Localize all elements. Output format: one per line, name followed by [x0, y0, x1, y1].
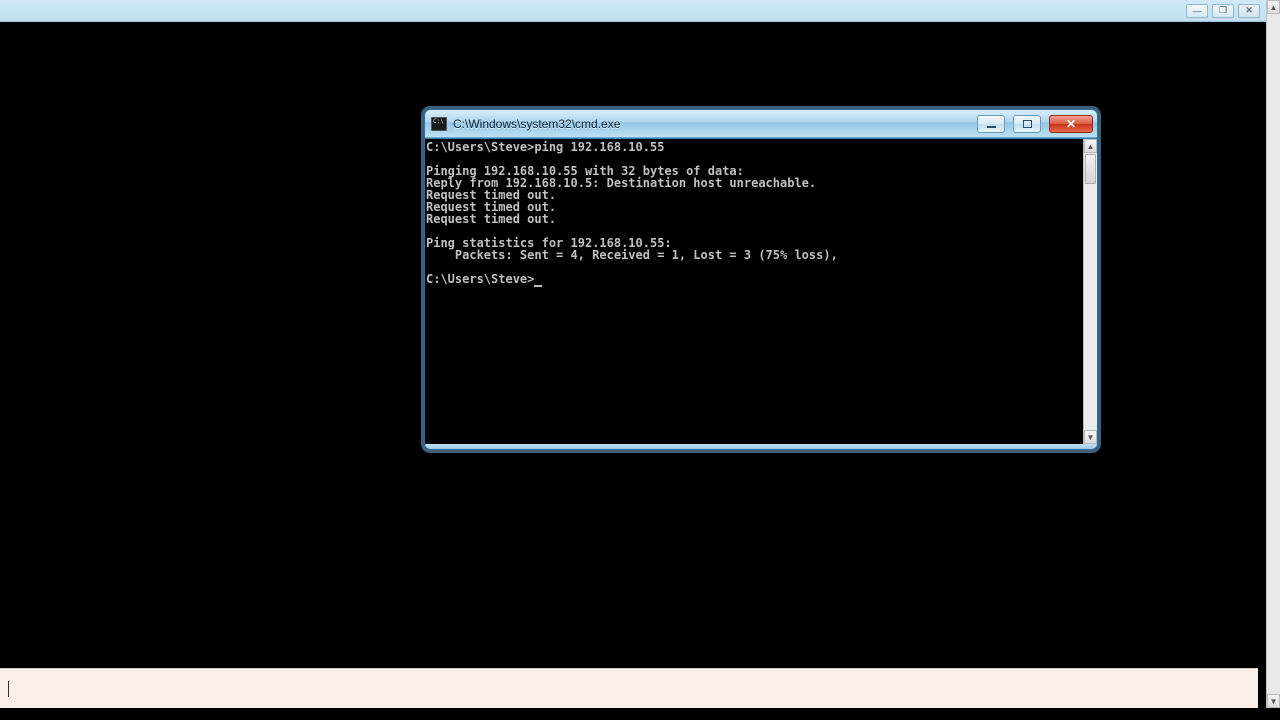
- cursor-icon: [534, 285, 542, 287]
- scroll-up-icon[interactable]: ▲: [1267, 0, 1280, 14]
- console-line: Request timed out.: [426, 212, 556, 226]
- cmd-minimize-button[interactable]: [977, 115, 1005, 133]
- cmd-maximize-button[interactable]: [1013, 115, 1041, 133]
- cmd-window-title: C:\Windows\system32\cmd.exe: [453, 117, 969, 131]
- cmd-titlebar[interactable]: C:\Windows\system32\cmd.exe ✕: [425, 110, 1097, 138]
- cmd-console[interactable]: C:\Users\Steve>ping 192.168.10.55 Pingin…: [425, 139, 1083, 444]
- text-caret-icon: [8, 681, 9, 697]
- scrollbar-track[interactable]: [1084, 153, 1097, 430]
- cmd-close-button[interactable]: ✕: [1049, 115, 1093, 133]
- cmd-app-icon: [431, 117, 447, 131]
- viewer-status-bar: [0, 668, 1258, 708]
- cmd-window-border-bottom: [425, 444, 1097, 449]
- remote-desktop-area: C:\Windows\system32\cmd.exe ✕ C:\Users\S…: [0, 22, 1266, 670]
- cmd-window: C:\Windows\system32\cmd.exe ✕ C:\Users\S…: [424, 109, 1098, 450]
- cmd-client-area: C:\Users\Steve>ping 192.168.10.55 Pingin…: [425, 138, 1097, 444]
- cmd-vertical-scrollbar[interactable]: ▲ ▼: [1083, 139, 1097, 444]
- scrollbar-thumb[interactable]: [1085, 154, 1096, 184]
- viewer-minimize-button[interactable]: —: [1186, 4, 1208, 18]
- viewer-maximize-button[interactable]: ❐: [1212, 4, 1234, 18]
- viewer-vertical-scrollbar[interactable]: ▲ ▼: [1266, 0, 1280, 708]
- scroll-up-icon[interactable]: ▲: [1084, 139, 1097, 153]
- viewer-titlebar: — ❐ ✕: [0, 0, 1266, 22]
- console-line: C:\Users\Steve>ping 192.168.10.55: [426, 140, 664, 154]
- console-line: Packets: Sent = 4, Received = 1, Lost = …: [426, 248, 838, 262]
- scroll-down-icon[interactable]: ▼: [1084, 430, 1097, 444]
- viewer-close-button[interactable]: ✕: [1238, 4, 1260, 18]
- console-prompt: C:\Users\Steve>: [426, 272, 534, 286]
- scroll-down-icon[interactable]: ▼: [1267, 694, 1280, 708]
